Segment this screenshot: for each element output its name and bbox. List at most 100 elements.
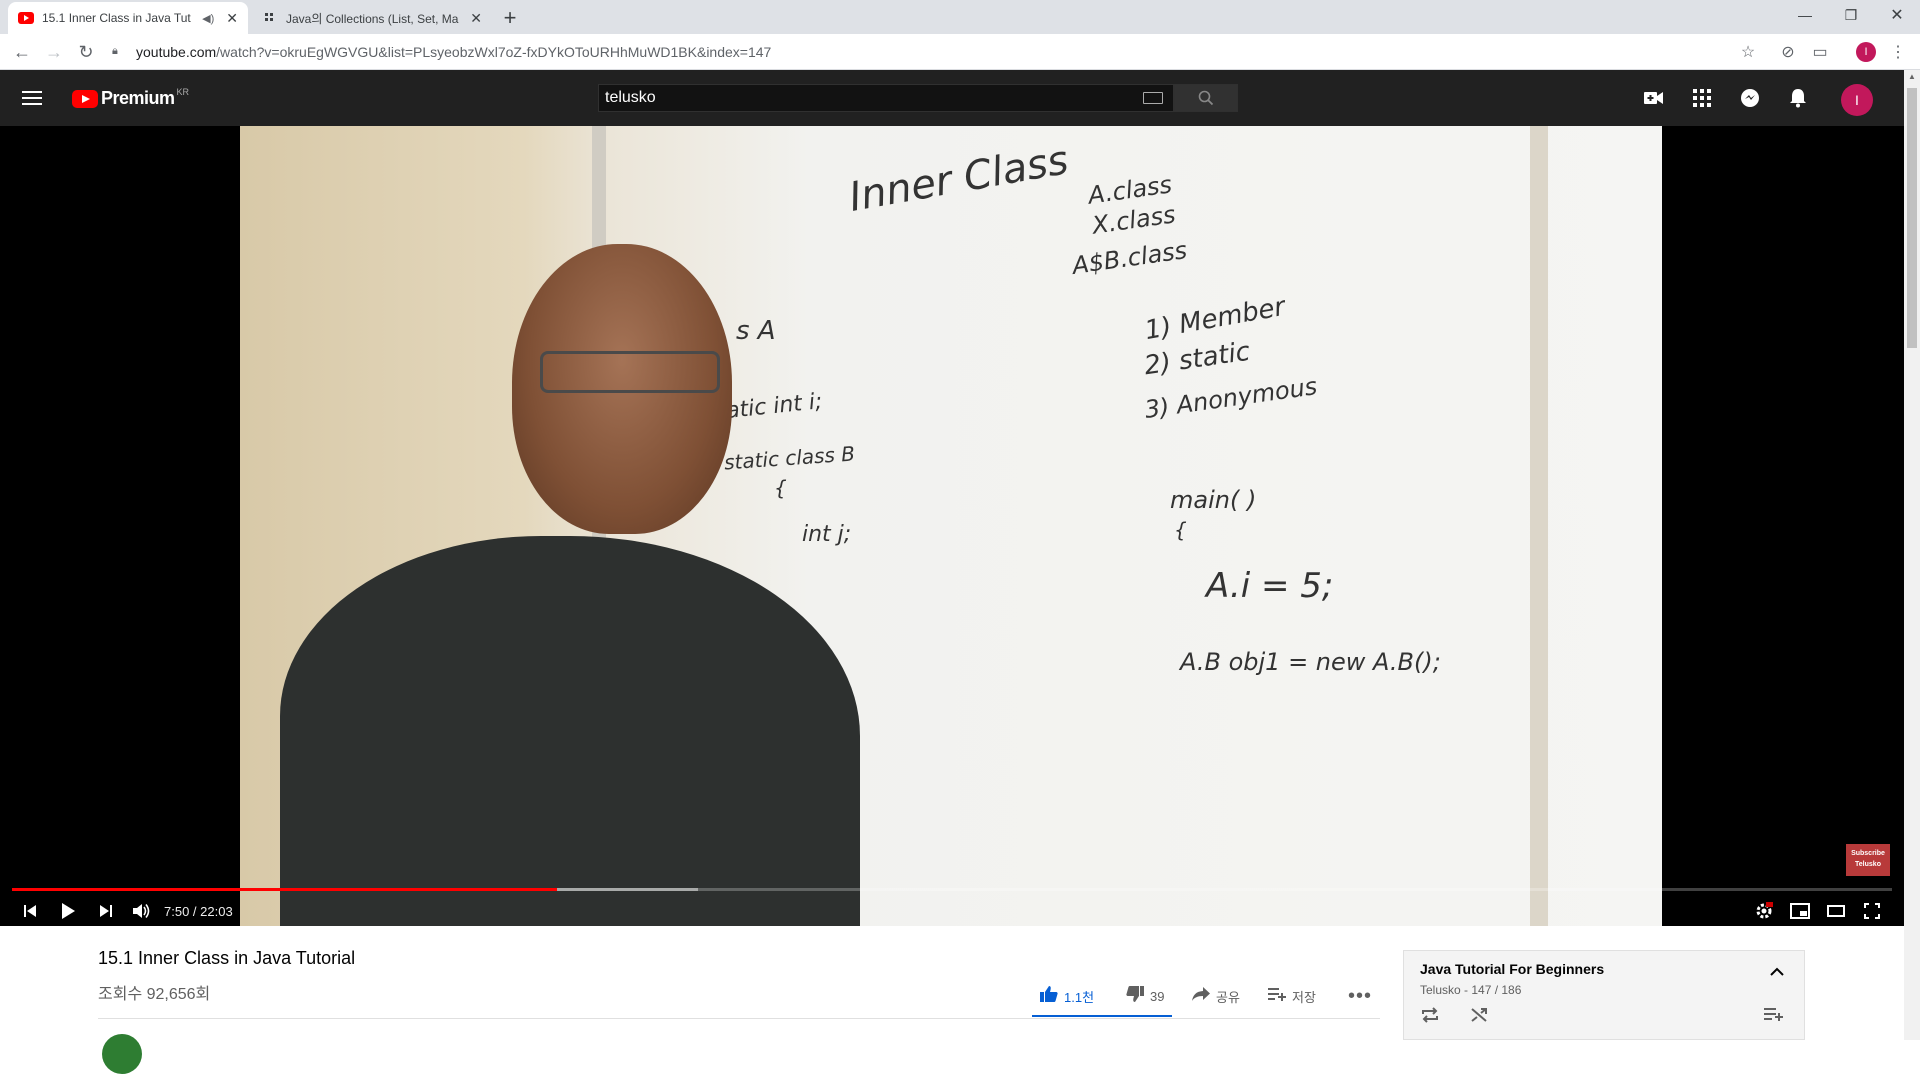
video-player[interactable]: Inner Class A.class X.class A$B.class 1)…	[0, 126, 1904, 926]
collapse-chevron-icon[interactable]	[1770, 963, 1784, 979]
forward-icon[interactable]: →	[40, 38, 68, 66]
logo-region: KR	[176, 86, 190, 97]
new-tab-button[interactable]: +	[496, 4, 524, 32]
search-icon	[1198, 90, 1214, 106]
search-button[interactable]	[1174, 84, 1238, 112]
guide-menu-icon[interactable]	[22, 86, 46, 110]
whiteboard-code: int j;	[802, 522, 852, 547]
youtube-premium-logo[interactable]: Premium KR	[72, 86, 190, 109]
play-icon[interactable]	[54, 898, 82, 924]
velog-icon	[262, 10, 278, 26]
url-path: /watch?v=okruEgWGVGU&list=PLsyeobzWxl7oZ…	[216, 44, 772, 60]
whiteboard-code: s A	[736, 316, 776, 346]
whiteboard-title: Inner Class	[845, 137, 1072, 221]
apps-grid-icon[interactable]	[1690, 86, 1714, 110]
fullscreen-icon[interactable]	[1858, 898, 1886, 924]
account-avatar[interactable]: I	[1841, 84, 1873, 116]
keyboard-icon[interactable]	[1143, 92, 1163, 104]
profile-icon[interactable]: I	[1854, 40, 1878, 64]
volume-icon[interactable]	[128, 898, 156, 924]
presenter-body	[280, 536, 860, 926]
video-title: 15.1 Inner Class in Java Tutorial	[98, 948, 356, 968]
shuffle-icon[interactable]	[1470, 1007, 1488, 1028]
whiteboard-text: 3) Anonymous	[1142, 372, 1319, 424]
save-button[interactable]: 저장	[1268, 984, 1316, 1008]
restore-icon[interactable]: ❐	[1828, 0, 1874, 30]
audio-playing-icon[interactable]: ◀)	[202, 12, 214, 25]
logo-text: Premium	[101, 88, 175, 108]
channel-avatar[interactable]	[102, 1034, 142, 1074]
notifications-bell-icon[interactable]	[1786, 86, 1810, 110]
close-window-icon[interactable]: ✕	[1874, 0, 1920, 30]
time-display: 7:50 / 22:03	[164, 904, 233, 919]
played-bar	[12, 888, 558, 891]
whiteboard-code: static class B	[723, 441, 856, 475]
whiteboard-text: 1) Member	[1142, 291, 1288, 347]
tab-strip: 15.1 Inner Class in Java Tut ◀) ✕ Java의 …	[0, 0, 1920, 34]
previous-icon[interactable]	[16, 898, 44, 924]
search-input[interactable]	[599, 89, 1143, 107]
dislike-count: 39	[1150, 988, 1165, 1004]
whiteboard-code: {	[774, 476, 787, 500]
settings-gear-icon[interactable]	[1750, 898, 1778, 924]
whiteboard-code: main( )	[1170, 486, 1257, 514]
subscribe-label: Subscribe	[1851, 850, 1885, 857]
browser-toolbar: ← → ↻ 🔒︎ youtube.com/watch?v=okruEgWGVGU…	[0, 34, 1920, 70]
bookmark-star-icon[interactable]: ☆	[1736, 40, 1760, 64]
youtube-play-logo-icon	[72, 89, 98, 108]
whiteboard-code: {	[1174, 518, 1187, 542]
like-button[interactable]: 1.1천	[1040, 984, 1094, 1008]
share-label: 공유	[1216, 989, 1240, 1005]
presenter-glasses	[540, 351, 720, 393]
like-sentiment-bar	[1032, 1015, 1172, 1017]
whiteboard-frame	[1530, 126, 1548, 926]
search-box	[598, 84, 1174, 112]
share-arrow-icon	[1192, 986, 1210, 1006]
subscribe-watermark[interactable]: Subscribe Telusko	[1846, 844, 1890, 876]
lock-icon: 🔒︎	[112, 45, 118, 57]
close-tab-icon[interactable]: ✕	[470, 10, 482, 27]
whiteboard-code: atic int i;	[724, 389, 824, 424]
channel-label: Telusko	[1855, 861, 1881, 868]
url-host: youtube.com	[136, 44, 217, 60]
thumbs-down-icon	[1126, 985, 1144, 1007]
tab-title: Java의 Collections (List, Set, Ma	[286, 11, 459, 26]
more-actions-icon[interactable]: •••	[1348, 984, 1372, 1008]
browser-tab-active[interactable]: 15.1 Inner Class in Java Tut ◀) ✕	[8, 2, 248, 34]
extension-icon[interactable]: ⊘	[1776, 40, 1800, 64]
save-label: 저장	[1292, 989, 1316, 1005]
browser-menu-icon[interactable]: ⋮	[1886, 40, 1910, 64]
thumbs-up-icon	[1040, 985, 1058, 1007]
share-button[interactable]: 공유	[1192, 984, 1240, 1008]
back-icon[interactable]: ←	[8, 38, 36, 66]
playlist-title[interactable]: Java Tutorial For Beginners	[1420, 961, 1604, 977]
youtube-masthead: Premium KR	[0, 70, 1904, 126]
create-video-icon[interactable]	[1642, 86, 1666, 110]
add-to-queue-icon[interactable]	[1764, 1007, 1784, 1026]
page-scrollbar[interactable]: ▲	[1904, 70, 1920, 1040]
playlist-panel: Java Tutorial For Beginners Telusko - 14…	[1403, 950, 1805, 1040]
whiteboard-code: A.i = 5;	[1206, 566, 1334, 606]
loop-icon[interactable]	[1420, 1007, 1440, 1028]
next-icon[interactable]	[92, 898, 120, 924]
divider	[98, 1018, 1380, 1019]
add-to-playlist-icon	[1268, 987, 1286, 1006]
close-tab-icon[interactable]: ✕	[226, 10, 238, 27]
youtube-icon	[18, 10, 34, 26]
dislike-button[interactable]: 39	[1126, 984, 1164, 1008]
whiteboard-code: A.B obj1 = new A.B();	[1180, 648, 1441, 676]
scrollbar-thumb[interactable]	[1907, 88, 1917, 348]
address-bar[interactable]: 🔒︎ youtube.com/watch?v=okruEgWGVGU&list=…	[112, 38, 1762, 66]
video-frame: Inner Class A.class X.class A$B.class 1)…	[240, 126, 1662, 926]
messages-icon[interactable]	[1738, 86, 1762, 110]
playlist-subtitle: Telusko - 147 / 186	[1420, 983, 1522, 997]
progress-bar[interactable]	[12, 888, 1892, 891]
minimize-icon[interactable]: —	[1782, 0, 1828, 30]
view-count: 조회수 92,656회	[98, 986, 211, 1003]
browser-tab[interactable]: Java의 Collections (List, Set, Ma ✕	[252, 2, 492, 34]
theater-mode-icon[interactable]	[1822, 898, 1850, 924]
reload-icon[interactable]: ↻	[72, 38, 100, 66]
extension-icon-2[interactable]: ▭	[1808, 40, 1832, 64]
scroll-up-icon[interactable]: ▲	[1908, 72, 1916, 81]
miniplayer-icon[interactable]	[1786, 898, 1814, 924]
